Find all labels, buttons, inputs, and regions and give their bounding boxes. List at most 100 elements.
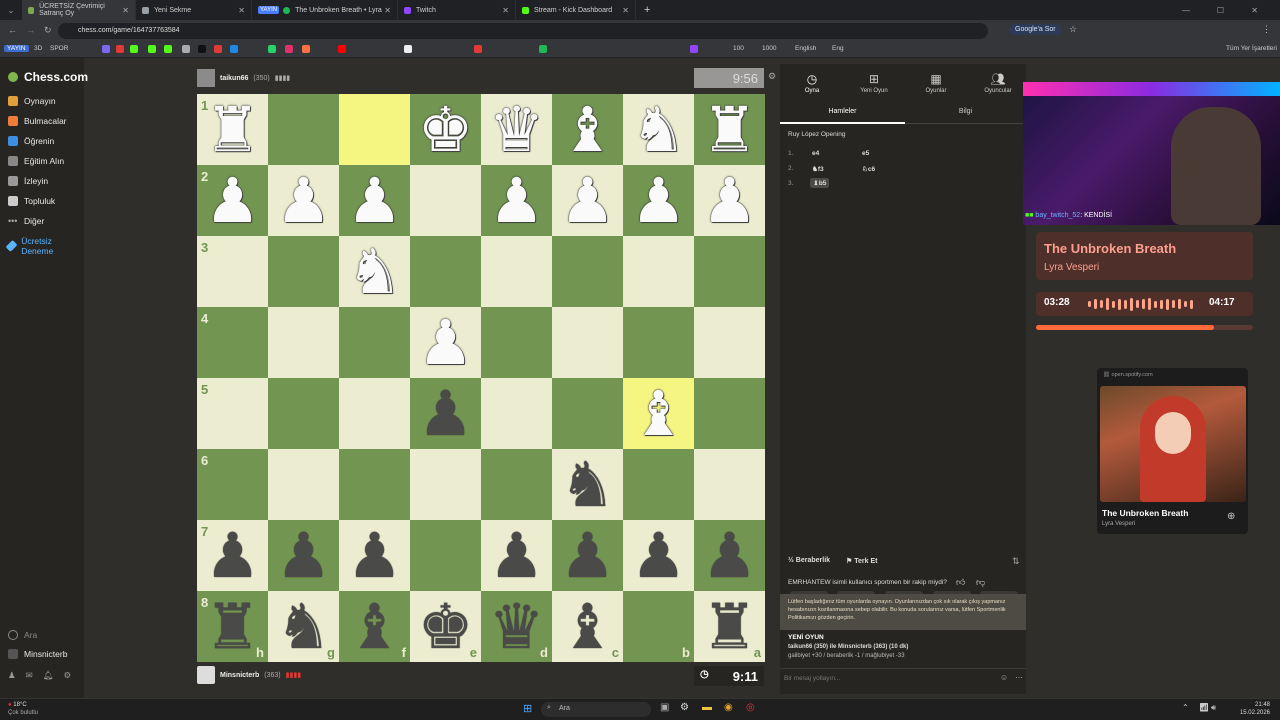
tab-spotify[interactable]: YAYIN The Unbroken Breath • Lyra ✕ xyxy=(252,0,398,20)
board-square[interactable]: 1 ♜ xyxy=(197,94,268,165)
tab-play[interactable]: ◷ Oyna xyxy=(792,72,832,94)
white-king[interactable]: ♚ xyxy=(418,98,474,161)
bookmark-label[interactable]: Eng xyxy=(832,45,844,52)
board-square[interactable]: ♞ xyxy=(623,94,694,165)
board-square[interactable] xyxy=(410,236,481,307)
board-square[interactable] xyxy=(623,449,694,520)
move-black[interactable]: e5 xyxy=(862,150,869,157)
maximize-icon[interactable]: ☐ xyxy=(1217,6,1224,15)
board-square[interactable]: 2 ♟ xyxy=(197,165,268,236)
bookmark-label[interactable]: YAYIN xyxy=(4,45,29,52)
board-square[interactable] xyxy=(339,449,410,520)
move-white[interactable]: ♞f3 xyxy=(812,165,824,173)
sidebar-item-free-trial[interactable]: Ücretsiz Deneme xyxy=(5,236,68,256)
board-square[interactable]: ♛ xyxy=(481,94,552,165)
bookmark-icon[interactable] xyxy=(230,45,238,53)
black-pawn[interactable]: ♟ xyxy=(631,524,687,587)
board-square[interactable]: ♚ xyxy=(410,94,481,165)
chrome-icon[interactable]: ◉ xyxy=(724,702,733,713)
sidebar-item-more[interactable]: ••• Diğer xyxy=(8,216,44,226)
white-pawn[interactable]: ♟ xyxy=(702,169,758,232)
bookmark-icon[interactable] xyxy=(302,45,310,53)
board-square[interactable]: g ♞ xyxy=(268,591,339,662)
volume-icon[interactable]: 🔊︎ xyxy=(1211,703,1216,713)
minimize-icon[interactable]: — xyxy=(1182,6,1190,15)
move-white[interactable]: ♝b5 xyxy=(810,178,830,188)
twitch-icon[interactable] xyxy=(690,45,698,53)
black-pawn[interactable]: ♟ xyxy=(418,382,474,445)
white-bishop[interactable]: ♝ xyxy=(631,382,687,445)
player-name[interactable]: Minsnicterb xyxy=(220,672,259,679)
sidebar-user[interactable]: Minsnicterb xyxy=(8,649,67,659)
white-pawn[interactable]: ♟ xyxy=(560,169,616,232)
board-square[interactable] xyxy=(268,94,339,165)
board-square[interactable]: ♟ xyxy=(623,520,694,591)
add-icon[interactable]: ⊕ xyxy=(1227,511,1235,522)
board-square[interactable]: 6 xyxy=(197,449,268,520)
close-icon[interactable]: ✕ xyxy=(122,6,129,15)
new-tab-button[interactable]: + xyxy=(644,4,650,16)
white-pawn[interactable]: ♟ xyxy=(631,169,687,232)
bookmark-icon[interactable] xyxy=(102,45,110,53)
black-queen[interactable]: ♛ xyxy=(489,595,545,658)
board-square[interactable] xyxy=(623,307,694,378)
black-pawn[interactable]: ♟ xyxy=(205,524,261,587)
clock[interactable]: 21:48 15.02.2026 xyxy=(1224,701,1270,717)
white-rook[interactable]: ♜ xyxy=(702,98,758,161)
board-square[interactable] xyxy=(694,307,765,378)
bookmark-icon[interactable] xyxy=(214,45,222,53)
whatsapp-icon[interactable] xyxy=(268,45,276,53)
bell-icon[interactable]: 🔔︎ xyxy=(43,670,54,681)
black-king[interactable]: ♚ xyxy=(418,595,474,658)
thumbs-up-icon[interactable]: 👍︎ xyxy=(956,577,965,588)
board-square[interactable]: ♞ xyxy=(552,449,623,520)
board-square[interactable]: ♝ xyxy=(623,378,694,449)
board-square[interactable] xyxy=(623,236,694,307)
bookmark-icon[interactable] xyxy=(404,45,412,53)
album-art[interactable] xyxy=(1100,386,1246,502)
star-icon[interactable]: ☆ xyxy=(1069,24,1077,35)
sidebar-item-play[interactable]: Oynayın xyxy=(8,96,56,106)
board-square[interactable]: 5 xyxy=(197,378,268,449)
menu-icon[interactable]: ⋮ xyxy=(1262,24,1271,35)
tab-new-game[interactable]: ⊞ Yeni Oyun xyxy=(854,72,894,94)
board-square[interactable]: ♟ xyxy=(339,520,410,591)
close-icon[interactable]: ✕ xyxy=(622,6,629,15)
flip-board-icon[interactable]: ⇅ xyxy=(1012,556,1020,567)
board-square[interactable]: 3 xyxy=(197,236,268,307)
board-square[interactable] xyxy=(339,378,410,449)
board-square[interactable]: ♟ xyxy=(268,520,339,591)
close-icon[interactable]: ✕ xyxy=(384,6,391,15)
avatar[interactable] xyxy=(197,666,215,684)
white-bishop[interactable]: ♝ xyxy=(560,98,616,161)
draw-button[interactable]: ½ Beraberlik xyxy=(788,557,830,565)
board-square[interactable] xyxy=(552,378,623,449)
board-square[interactable] xyxy=(268,378,339,449)
black-bishop[interactable]: ♝ xyxy=(347,595,403,658)
bookmark-icon[interactable] xyxy=(148,45,156,53)
board-square[interactable]: e ♚ xyxy=(410,591,481,662)
spotify-icon[interactable] xyxy=(539,45,547,53)
black-knight[interactable]: ♞ xyxy=(276,595,332,658)
black-pawn[interactable]: ♟ xyxy=(276,524,332,587)
bookmark-icon[interactable] xyxy=(130,45,138,53)
board-square[interactable] xyxy=(552,307,623,378)
sidebar-item-puzzles[interactable]: Bulmacalar xyxy=(8,116,67,126)
white-pawn[interactable]: ♟ xyxy=(205,169,261,232)
gear-icon[interactable]: ⚙ xyxy=(768,71,776,82)
tab-players[interactable]: 👥︎ Oyuncular xyxy=(978,72,1018,94)
bookmark-icon[interactable] xyxy=(116,45,124,53)
taskbar-search[interactable]: ⌕ Ara xyxy=(541,702,651,717)
reload-icon[interactable]: ↻ xyxy=(44,25,52,36)
player-name[interactable]: taikun66 xyxy=(220,75,248,82)
board-square[interactable]: ♟ xyxy=(410,307,481,378)
black-knight[interactable]: ♞ xyxy=(560,453,616,516)
white-rook[interactable]: ♜ xyxy=(205,98,261,161)
board-square[interactable]: ♞ xyxy=(339,236,410,307)
white-queen[interactable]: ♛ xyxy=(489,98,545,161)
emoji-icon[interactable]: ☺ xyxy=(1000,673,1008,682)
forward-icon[interactable]: → xyxy=(26,25,35,35)
move-white[interactable]: e4 xyxy=(812,150,819,157)
close-icon[interactable]: ✕ xyxy=(502,6,509,15)
window-close-icon[interactable]: ✕ xyxy=(1251,6,1258,15)
